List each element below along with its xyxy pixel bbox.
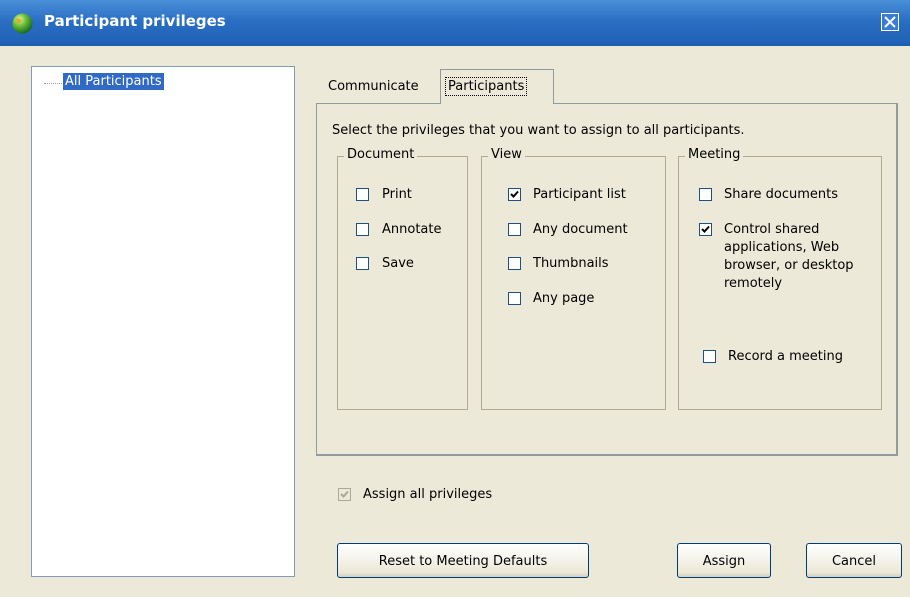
any-document-label: Any document <box>533 222 628 237</box>
tab-participants-label: Participants <box>445 77 528 96</box>
any-document-checkbox[interactable] <box>508 223 521 236</box>
instructions-text: Select the privileges that you want to a… <box>332 123 745 138</box>
annotate-label: Annotate <box>382 222 442 237</box>
title-bar: Participant privileges <box>0 0 910 46</box>
participant-list-checkbox[interactable] <box>508 188 521 201</box>
close-button[interactable] <box>881 13 899 31</box>
window-title: Participant privileges <box>44 12 226 30</box>
share-documents-checkbox[interactable] <box>699 188 712 201</box>
control-shared-label: Control shared applications, Web browser… <box>724 222 854 291</box>
view-group-title: View <box>488 147 525 162</box>
thumbnails-checkbox[interactable] <box>508 257 521 270</box>
dialog-window: Participant privileges All Participants … <box>0 0 910 597</box>
document-group-title: Document <box>344 147 418 162</box>
any-page-label: Any page <box>533 291 595 306</box>
checkmark-icon <box>701 225 710 233</box>
print-checkbox[interactable] <box>356 188 369 201</box>
checkmark-icon <box>510 190 519 198</box>
record-meeting-label: Record a meeting <box>728 349 844 364</box>
tab-participants[interactable]: Participants <box>440 69 554 104</box>
save-checkbox[interactable] <box>356 257 369 270</box>
annotate-checkbox[interactable] <box>356 223 369 236</box>
record-meeting-checkbox[interactable] <box>703 350 716 363</box>
close-icon <box>884 16 896 28</box>
assign-all-checkbox[interactable] <box>338 488 351 501</box>
meeting-group-title: Meeting <box>685 147 744 162</box>
tree-item-all-participants[interactable]: All Participants <box>63 73 164 90</box>
save-label: Save <box>382 256 414 271</box>
participants-tree[interactable]: All Participants <box>31 66 295 577</box>
tab-communicate[interactable]: Communicate <box>324 74 423 103</box>
tree-connector <box>44 83 62 84</box>
reset-defaults-button[interactable]: Reset to Meeting Defaults <box>337 543 589 578</box>
control-shared-checkbox[interactable] <box>699 223 712 236</box>
any-page-checkbox[interactable] <box>508 292 521 305</box>
globe-icon <box>12 13 33 34</box>
participant-list-label: Participant list <box>533 187 626 202</box>
assign-button[interactable]: Assign <box>677 543 771 578</box>
checkmark-icon <box>340 490 349 498</box>
cancel-button[interactable]: Cancel <box>806 543 902 578</box>
share-documents-label: Share documents <box>724 187 839 202</box>
thumbnails-label: Thumbnails <box>533 256 609 271</box>
assign-all-label: Assign all privileges <box>363 487 493 502</box>
print-label: Print <box>382 187 412 202</box>
